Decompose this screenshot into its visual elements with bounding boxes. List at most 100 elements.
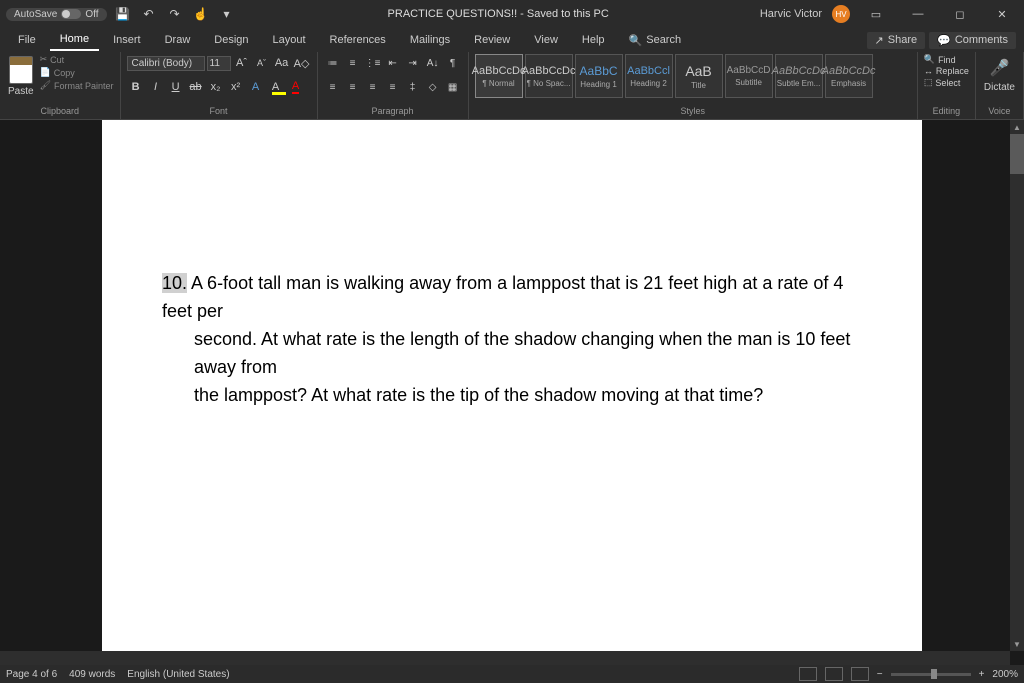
share-button[interactable]: ↗ Share xyxy=(867,32,926,49)
tab-mailings[interactable]: Mailings xyxy=(400,30,460,50)
zoom-level[interactable]: 200% xyxy=(992,669,1018,680)
style-box[interactable]: AaBbCcDcSubtle Em... xyxy=(775,54,823,98)
style-box[interactable]: AaBbCcDc¶ Normal xyxy=(475,54,523,98)
style-box[interactable]: AaBbCcD Subtitle xyxy=(725,54,773,98)
zoom-slider[interactable] xyxy=(891,673,971,676)
style-name: Heading 1 xyxy=(580,80,616,89)
tab-layout[interactable]: Layout xyxy=(263,30,316,50)
title-bar: AutoSave Off 💾 ↶ ↷ ☝ ▾ PRACTICE QUESTION… xyxy=(0,0,1024,28)
page-indicator[interactable]: Page 4 of 6 xyxy=(6,669,57,680)
align-center-button[interactable]: ≡ xyxy=(344,78,362,96)
read-mode-button[interactable] xyxy=(799,667,817,681)
highlight-button[interactable]: A xyxy=(267,78,285,96)
tab-review[interactable]: Review xyxy=(464,30,520,50)
document-content[interactable]: 10. A 6-foot tall man is walking away fr… xyxy=(102,120,922,449)
style-preview: AaBbCcD xyxy=(727,65,771,76)
horizontal-scrollbar[interactable] xyxy=(0,651,1010,665)
find-button[interactable]: 🔍Find xyxy=(924,54,969,65)
select-button[interactable]: ⬚Select xyxy=(924,77,969,88)
print-layout-button[interactable] xyxy=(825,667,843,681)
scrollbar-thumb[interactable] xyxy=(1010,134,1024,174)
font-color-button[interactable]: A xyxy=(287,78,305,96)
tab-references[interactable]: References xyxy=(320,30,396,50)
bullets-button[interactable]: ≔ xyxy=(324,54,342,72)
tab-file[interactable]: File xyxy=(8,30,46,50)
tab-help[interactable]: Help xyxy=(572,30,615,50)
language-indicator[interactable]: English (United States) xyxy=(127,669,229,680)
sort-button[interactable]: A↓ xyxy=(424,54,442,72)
tab-design[interactable]: Design xyxy=(204,30,258,50)
show-marks-button[interactable]: ¶ xyxy=(444,54,462,72)
word-count[interactable]: 409 words xyxy=(69,669,115,680)
cut-button[interactable]: ✂Cut xyxy=(40,54,114,65)
minimize-icon[interactable]: — xyxy=(902,4,934,24)
undo-icon[interactable]: ↶ xyxy=(139,4,159,24)
search-button[interactable]: 🔍 Search xyxy=(629,34,682,47)
italic-button[interactable]: I xyxy=(147,78,165,96)
shrink-font-button[interactable]: Aˇ xyxy=(253,54,271,72)
save-icon[interactable]: 💾 xyxy=(113,4,133,24)
scroll-down-icon[interactable]: ▼ xyxy=(1010,637,1024,651)
tab-home[interactable]: Home xyxy=(50,29,99,51)
change-case-button[interactable]: Aa xyxy=(273,54,291,72)
autosave-toggle[interactable]: AutoSave Off xyxy=(6,8,107,21)
clear-format-button[interactable]: A◇ xyxy=(293,54,311,72)
strike-button[interactable]: ab xyxy=(187,78,205,96)
copy-button[interactable]: 📄Copy xyxy=(40,67,114,78)
tab-insert[interactable]: Insert xyxy=(103,30,151,50)
group-voice: 🎤 Dictate Voice xyxy=(976,52,1024,119)
maximize-icon[interactable]: ◻ xyxy=(944,4,976,24)
replace-button[interactable]: ↔Replace xyxy=(924,66,969,76)
text-effects-button[interactable]: A xyxy=(247,78,265,96)
style-box[interactable]: AaBbCcDc¶ No Spac... xyxy=(525,54,573,98)
find-icon: 🔍 xyxy=(924,54,935,65)
subscript-button[interactable]: x₂ xyxy=(207,78,225,96)
line-spacing-button[interactable]: ‡ xyxy=(404,78,422,96)
align-left-button[interactable]: ≡ xyxy=(324,78,342,96)
bold-button[interactable]: B xyxy=(127,78,145,96)
grow-font-button[interactable]: Aˆ xyxy=(233,54,251,72)
increase-indent-button[interactable]: ⇥ xyxy=(404,54,422,72)
group-clipboard: Paste ✂Cut 📄Copy 🖌Format Painter Clipboa… xyxy=(0,52,121,119)
zoom-out-button[interactable]: − xyxy=(877,669,883,680)
web-layout-button[interactable] xyxy=(851,667,869,681)
shading-button[interactable]: ◇ xyxy=(424,78,442,96)
scroll-up-icon[interactable]: ▲ xyxy=(1010,120,1024,134)
comments-button[interactable]: 💬 Comments xyxy=(929,32,1016,49)
style-box[interactable]: AaBbCclHeading 2 xyxy=(625,54,673,98)
dictate-button[interactable]: 🎤 Dictate xyxy=(982,54,1017,95)
multilevel-button[interactable]: ⋮≡ xyxy=(364,54,382,72)
underline-button[interactable]: U xyxy=(167,78,185,96)
vertical-scrollbar[interactable]: ▲ ▼ xyxy=(1010,120,1024,651)
style-box[interactable]: AaBbCcDcEmphasis xyxy=(825,54,873,98)
style-box[interactable]: AaBbCHeading 1 xyxy=(575,54,623,98)
comments-icon: 💬 xyxy=(937,34,951,47)
close-icon[interactable]: ✕ xyxy=(986,4,1018,24)
align-right-button[interactable]: ≡ xyxy=(364,78,382,96)
redo-icon[interactable]: ↷ xyxy=(165,4,185,24)
zoom-in-button[interactable]: + xyxy=(979,669,985,680)
document-area: 10. A 6-foot tall man is walking away fr… xyxy=(0,120,1024,665)
numbering-button[interactable]: ≡ xyxy=(344,54,362,72)
font-size-select[interactable] xyxy=(207,56,231,71)
document-page[interactable]: 10. A 6-foot tall man is walking away fr… xyxy=(102,120,922,665)
style-box[interactable]: AaBTitle xyxy=(675,54,723,98)
document-title: PRACTICE QUESTIONS!! - Saved to this PC xyxy=(237,8,760,20)
touch-mode-icon[interactable]: ☝ xyxy=(191,4,211,24)
borders-button[interactable]: ▦ xyxy=(444,78,462,96)
copy-label: Copy xyxy=(54,68,75,78)
decrease-indent-button[interactable]: ⇤ xyxy=(384,54,402,72)
tab-draw[interactable]: Draw xyxy=(155,30,201,50)
ribbon-options-icon[interactable]: ▭ xyxy=(860,4,892,24)
customize-qat-icon[interactable]: ▾ xyxy=(217,4,237,24)
styles-group-label: Styles xyxy=(475,106,911,117)
user-avatar[interactable]: HV xyxy=(832,5,850,23)
tab-view[interactable]: View xyxy=(524,30,568,50)
font-name-select[interactable] xyxy=(127,56,205,71)
superscript-button[interactable]: x² xyxy=(227,78,245,96)
justify-button[interactable]: ≡ xyxy=(384,78,402,96)
format-painter-button[interactable]: 🖌Format Painter xyxy=(40,80,114,91)
style-name: Subtitle xyxy=(735,78,762,87)
group-editing: 🔍Find ↔Replace ⬚Select Editing xyxy=(918,52,976,119)
paste-button[interactable]: Paste xyxy=(6,54,36,99)
